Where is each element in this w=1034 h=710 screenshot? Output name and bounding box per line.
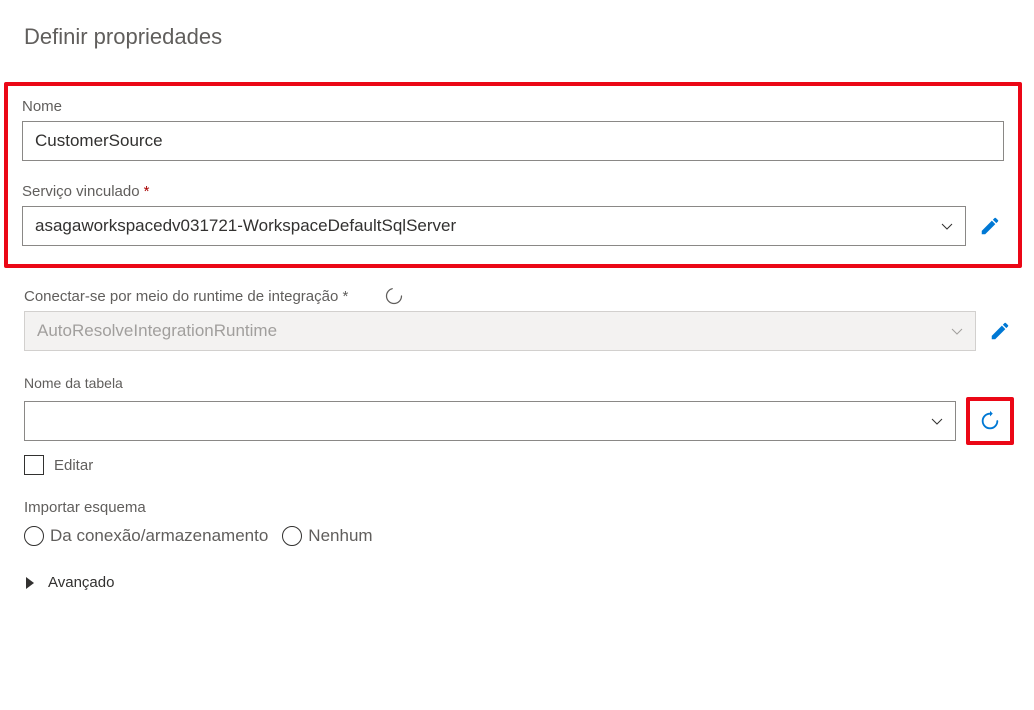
linked-service-label: Serviço vinculado* bbox=[22, 183, 1004, 200]
import-schema-label: Importar esquema bbox=[24, 499, 1014, 516]
chevron-right-icon bbox=[24, 576, 36, 590]
edit-checkbox[interactable] bbox=[24, 455, 44, 475]
edit-integration-runtime-button[interactable] bbox=[986, 317, 1014, 345]
name-input[interactable] bbox=[22, 121, 1004, 161]
chevron-down-icon bbox=[929, 413, 945, 429]
edit-checkbox-label: Editar bbox=[54, 457, 93, 474]
highlight-name-linkedservice: Nome Serviço vinculado* asagaworkspacedv… bbox=[4, 82, 1022, 268]
edit-linked-service-button[interactable] bbox=[976, 212, 1004, 240]
integration-runtime-select: AutoResolveIntegrationRuntime bbox=[24, 311, 976, 351]
highlight-refresh bbox=[966, 397, 1014, 445]
chevron-down-icon bbox=[939, 218, 955, 234]
import-schema-option-none: Nenhum bbox=[308, 526, 372, 546]
chevron-down-icon bbox=[949, 323, 965, 339]
import-schema-option-connection: Da conexão/armazenamento bbox=[50, 526, 268, 546]
linked-service-select[interactable]: asagaworkspacedv031721-WorkspaceDefaultS… bbox=[22, 206, 966, 246]
page-title: Definir propriedades bbox=[24, 24, 1014, 50]
advanced-label: Avançado bbox=[48, 574, 114, 591]
refresh-button[interactable] bbox=[976, 407, 1004, 435]
name-label: Nome bbox=[22, 98, 1004, 115]
table-name-select[interactable] bbox=[24, 401, 956, 441]
import-schema-radio-connection[interactable] bbox=[24, 526, 44, 546]
loading-spinner-icon bbox=[384, 286, 404, 306]
table-name-label: Nome da tabela bbox=[24, 375, 1014, 391]
required-asterisk: * bbox=[144, 183, 150, 200]
integration-runtime-label: Conectar-se por meio do runtime de integ… bbox=[24, 288, 348, 305]
import-schema-radio-none[interactable] bbox=[282, 526, 302, 546]
advanced-toggle[interactable]: Avançado bbox=[24, 574, 1014, 591]
